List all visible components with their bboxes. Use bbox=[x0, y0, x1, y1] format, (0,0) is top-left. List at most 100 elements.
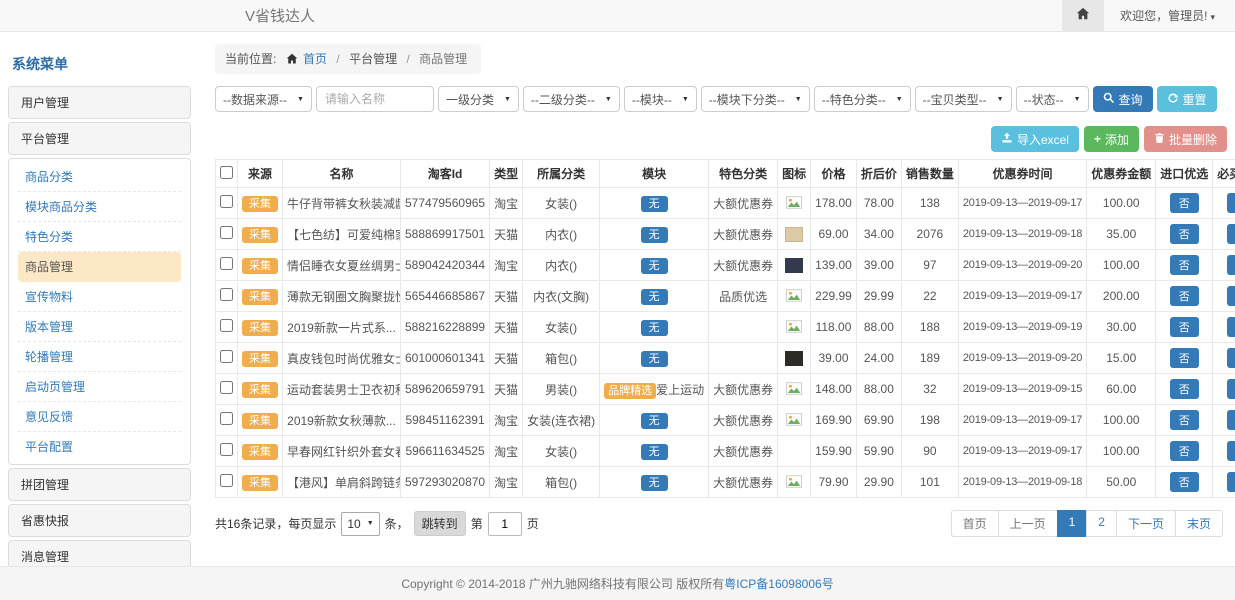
page-button-首页[interactable]: 首页 bbox=[951, 510, 999, 537]
must-buy-toggle[interactable]: 否 bbox=[1227, 193, 1235, 213]
sidebar-group-用户管理[interactable]: 用户管理 bbox=[8, 86, 191, 119]
import-select-toggle[interactable]: 否 bbox=[1170, 472, 1199, 492]
row-checkbox[interactable] bbox=[220, 474, 233, 487]
filter-row: --数据来源--▼ 一级分类▼--二级分类--▼--模块--▼--模块下分类--▼… bbox=[215, 86, 1227, 112]
filter-select-level1-category[interactable]: 一级分类▼ bbox=[438, 86, 519, 112]
must-buy-toggle[interactable]: 否 bbox=[1227, 410, 1235, 430]
page-button-上一页[interactable]: 上一页 bbox=[998, 510, 1058, 537]
import-select-toggle[interactable]: 否 bbox=[1170, 224, 1199, 244]
sidebar-group-拼团管理[interactable]: 拼团管理 bbox=[8, 468, 191, 501]
breadcrumb-home-link[interactable]: 首页 bbox=[303, 52, 327, 66]
sidebar-item-模块商品分类[interactable]: 模块商品分类 bbox=[18, 192, 181, 222]
taoke-id: 565446685867 bbox=[401, 281, 490, 312]
module-cell: 无 bbox=[600, 405, 709, 436]
must-buy-toggle[interactable]: 否 bbox=[1227, 224, 1235, 244]
row-checkbox[interactable] bbox=[220, 288, 233, 301]
product-type: 淘宝 bbox=[490, 436, 523, 467]
sidebar-item-特色分类[interactable]: 特色分类 bbox=[18, 222, 181, 252]
select-all-checkbox[interactable] bbox=[220, 166, 233, 179]
feature-category: 大额优惠券 bbox=[709, 374, 778, 405]
select-value: --状态-- bbox=[1024, 91, 1064, 108]
import-select-toggle[interactable]: 否 bbox=[1170, 348, 1199, 368]
sidebar-item-商品分类[interactable]: 商品分类 bbox=[18, 162, 181, 192]
page-button-1[interactable]: 1 bbox=[1057, 510, 1088, 537]
filter-select-module[interactable]: --模块--▼ bbox=[624, 86, 697, 112]
column-header-名称: 名称 bbox=[283, 160, 401, 188]
filter-select-feature-category[interactable]: --特色分类--▼ bbox=[814, 86, 911, 112]
column-header-淘客Id: 淘客Id bbox=[401, 160, 490, 188]
filter-select-level2-category[interactable]: --二级分类--▼ bbox=[523, 86, 620, 112]
sidebar-item-启动页管理[interactable]: 启动页管理 bbox=[18, 372, 181, 402]
products-table: 来源名称淘客Id类型所属分类模块特色分类图标价格折后价销售数量优惠券时间优惠券金… bbox=[215, 159, 1235, 498]
sidebar-group-平台管理[interactable]: 平台管理 bbox=[8, 122, 191, 155]
sidebar-item-商品管理[interactable]: 商品管理 bbox=[18, 252, 181, 282]
price: 229.99 bbox=[811, 281, 857, 312]
page-button-下一页[interactable]: 下一页 bbox=[1116, 510, 1176, 537]
row-checkbox[interactable] bbox=[220, 226, 233, 239]
import-select-toggle[interactable]: 否 bbox=[1170, 441, 1199, 461]
filter-select-item-type[interactable]: --宝贝类型--▼ bbox=[915, 86, 1012, 112]
page-number-input[interactable] bbox=[488, 512, 522, 536]
import-cell: 否 bbox=[1156, 436, 1213, 467]
home-button[interactable] bbox=[1062, 0, 1104, 31]
breadcrumb-item-platform[interactable]: 平台管理 bbox=[349, 52, 397, 66]
row-checkbox[interactable] bbox=[220, 443, 233, 456]
sales-count: 188 bbox=[901, 312, 958, 343]
table-row: 采集运动套装男士卫衣初秋...589620659791天猫男装()品牌精选爱上运… bbox=[216, 374, 1235, 405]
sidebar-item-平台配置[interactable]: 平台配置 bbox=[18, 432, 181, 461]
must-buy-toggle[interactable]: 否 bbox=[1227, 379, 1235, 399]
must-buy-toggle[interactable]: 否 bbox=[1227, 348, 1235, 368]
row-checkbox[interactable] bbox=[220, 195, 233, 208]
must-buy-cell: 否 bbox=[1213, 467, 1235, 498]
search-button[interactable]: 查询 bbox=[1093, 86, 1153, 112]
column-header-必买清单: 必买清单 bbox=[1213, 160, 1235, 188]
row-checkbox[interactable] bbox=[220, 381, 233, 394]
import-select-toggle[interactable]: 否 bbox=[1170, 255, 1199, 275]
coupon-time: 2019-09-13—2019-09-19 bbox=[958, 312, 1086, 343]
add-button[interactable]: + 添加 bbox=[1084, 126, 1139, 152]
page-button-末页[interactable]: 末页 bbox=[1175, 510, 1223, 537]
sidebar-item-宣传物料[interactable]: 宣传物料 bbox=[18, 282, 181, 312]
coupon-amount: 100.00 bbox=[1087, 188, 1156, 219]
taoke-id: 589620659791 bbox=[401, 374, 490, 405]
module-cell: 无 bbox=[600, 188, 709, 219]
row-checkbox[interactable] bbox=[220, 319, 233, 332]
jump-button[interactable]: 跳转到 bbox=[414, 511, 466, 536]
sidebar-group-消息管理[interactable]: 消息管理 bbox=[8, 540, 191, 566]
sidebar-item-轮播管理[interactable]: 轮播管理 bbox=[18, 342, 181, 372]
column-header-模块: 模块 bbox=[600, 160, 709, 188]
must-buy-toggle[interactable]: 否 bbox=[1227, 441, 1235, 461]
sidebar-item-意见反馈[interactable]: 意见反馈 bbox=[18, 402, 181, 432]
page-size-select[interactable]: 10▼ bbox=[341, 512, 379, 536]
icp-link[interactable]: 粤ICP备16098006号 bbox=[724, 575, 833, 592]
reset-button[interactable]: 重置 bbox=[1157, 86, 1217, 112]
import-select-toggle[interactable]: 否 bbox=[1170, 286, 1199, 306]
module-cell: 无 bbox=[600, 281, 709, 312]
batch-delete-button[interactable]: 批量删除 bbox=[1144, 126, 1227, 152]
row-checkbox[interactable] bbox=[220, 350, 233, 363]
must-buy-toggle[interactable]: 否 bbox=[1227, 317, 1235, 337]
product-category: 箱包() bbox=[523, 467, 600, 498]
must-buy-toggle[interactable]: 否 bbox=[1227, 286, 1235, 306]
import-select-toggle[interactable]: 否 bbox=[1170, 410, 1199, 430]
import-excel-button[interactable]: 导入excel bbox=[991, 126, 1079, 152]
row-checkbox[interactable] bbox=[220, 412, 233, 425]
import-select-toggle[interactable]: 否 bbox=[1170, 193, 1199, 213]
product-category: 内衣() bbox=[523, 219, 600, 250]
user-menu[interactable]: 欢迎您，管理员!▾ bbox=[1104, 7, 1235, 24]
sidebar-item-版本管理[interactable]: 版本管理 bbox=[18, 312, 181, 342]
filter-select-status[interactable]: --状态--▼ bbox=[1016, 86, 1089, 112]
module-badge: 无 bbox=[641, 196, 668, 212]
page-button-2[interactable]: 2 bbox=[1086, 510, 1117, 537]
taoke-id: 588869917501 bbox=[401, 219, 490, 250]
row-checkbox[interactable] bbox=[220, 257, 233, 270]
must-buy-toggle[interactable]: 否 bbox=[1227, 472, 1235, 492]
import-select-toggle[interactable]: 否 bbox=[1170, 379, 1199, 399]
table-row: 采集情侣睡衣女夏丝绸男士...589042420344淘宝内衣()无大额优惠券1… bbox=[216, 250, 1235, 281]
name-search-input[interactable] bbox=[316, 86, 434, 112]
must-buy-toggle[interactable]: 否 bbox=[1227, 255, 1235, 275]
import-select-toggle[interactable]: 否 bbox=[1170, 317, 1199, 337]
filter-select-module-sub-category[interactable]: --模块下分类--▼ bbox=[701, 86, 810, 112]
filter-select-data-source[interactable]: --数据来源--▼ bbox=[215, 86, 312, 112]
sidebar-group-省惠快报[interactable]: 省惠快报 bbox=[8, 504, 191, 537]
